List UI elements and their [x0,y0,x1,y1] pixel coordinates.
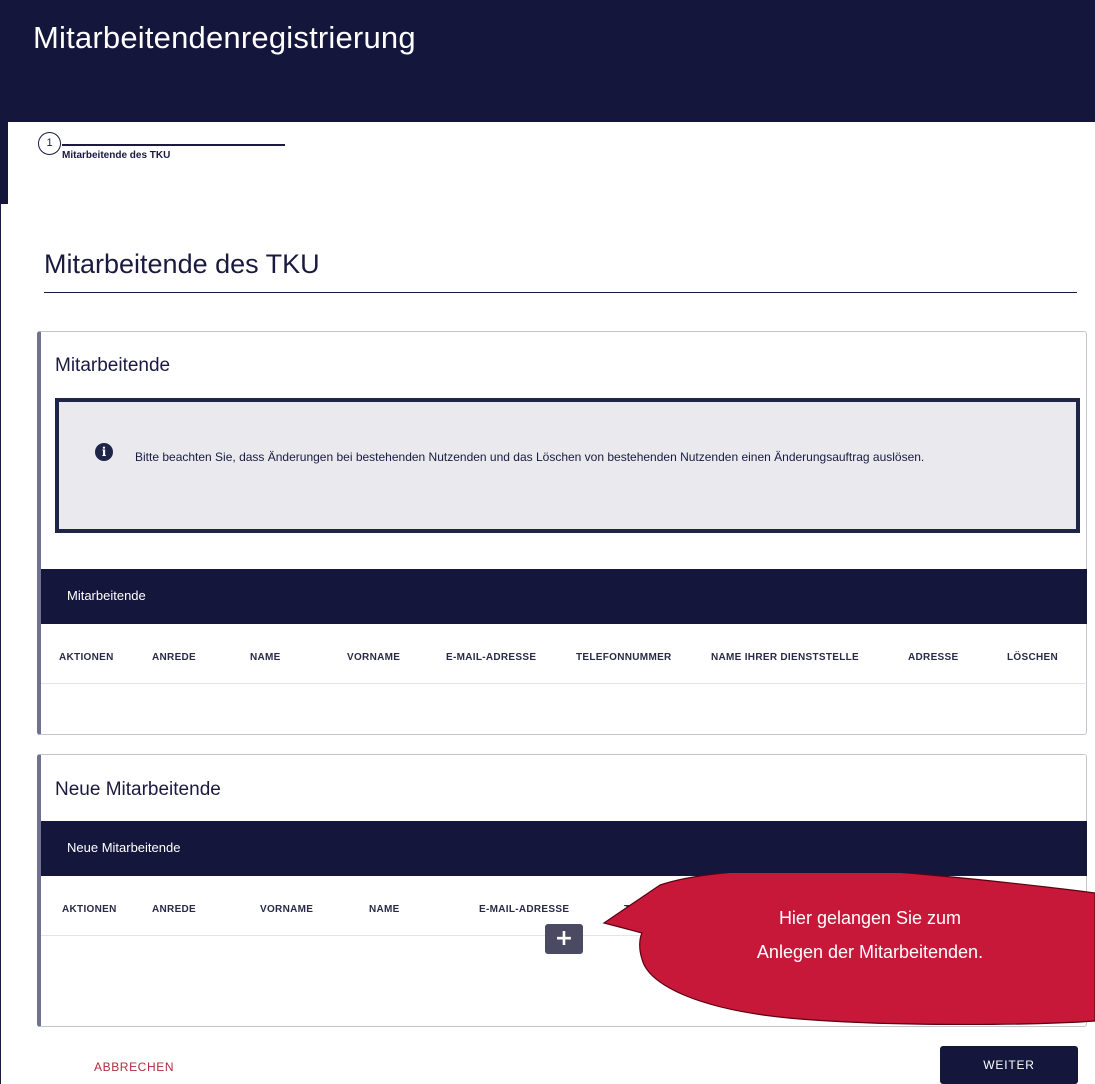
column-header-aktionen: AKTIONEN [59,652,114,663]
table-title-bar: Mitarbeitende [41,569,1087,624]
column-header-telefon: TELEFO [624,904,666,915]
card-title: Neue Mitarbeitende [55,779,221,800]
app-header: Mitarbeitendenregistrierung [0,0,1095,122]
card-title: Mitarbeitende [55,355,171,376]
table-title: Mitarbeitende [67,588,146,603]
side-strip [0,122,8,204]
cancel-button[interactable]: ABBRECHEN [94,1060,174,1074]
column-header-adresse: ADRESSE [908,652,959,663]
new-employees-card: Neue Mitarbeitende Neue Mitarbeitende AK… [37,754,1087,1027]
existing-employees-card: Mitarbeitende i Bitte beachten Sie, dass… [37,331,1087,735]
column-header-name: NAME [369,904,400,915]
table-title: Neue Mitarbeitende [67,840,181,855]
app-title: Mitarbeitendenregistrierung [33,20,416,55]
column-header-email: E-MAIL-ADRESSE [479,904,570,915]
step-number-badge[interactable]: 1 [38,132,61,155]
column-header-anrede: ANREDE [152,652,197,663]
add-row-area: + [41,924,1087,1026]
column-header-name: NAME [250,652,281,663]
column-header-email: E-MAIL-ADRESSE [446,652,537,663]
table-header: AKTIONEN ANREDE NAME VORNAME E-MAIL-ADRE… [41,624,1087,684]
column-header-telefon: TELEFONNUMMER [576,652,672,663]
add-employee-button[interactable]: + [545,924,583,954]
table-title-bar: Neue Mitarbeitende [41,821,1087,876]
info-text: Bitte beachten Sie, dass Änderungen bei … [135,450,925,464]
step-label[interactable]: Mitarbeitende des TKU [62,150,170,161]
column-header-dienststelle: NAME IHRER DIENSTSTELLE [711,652,860,663]
column-header-vorname: VORNAME [260,904,314,915]
page-title: Mitarbeitende des TKU [44,249,320,279]
step-line [62,144,285,146]
next-button[interactable]: WEITER [940,1046,1078,1084]
column-header-aktionen: AKTIONEN [62,904,117,915]
info-notice: i Bitte beachten Sie, dass Änderungen be… [55,398,1080,533]
column-header-vorname: VORNAME [347,652,401,663]
column-header-anrede: ANREDE [152,904,197,915]
title-divider [44,292,1077,293]
column-header-loeschen: LÖSCHEN [1007,652,1058,663]
